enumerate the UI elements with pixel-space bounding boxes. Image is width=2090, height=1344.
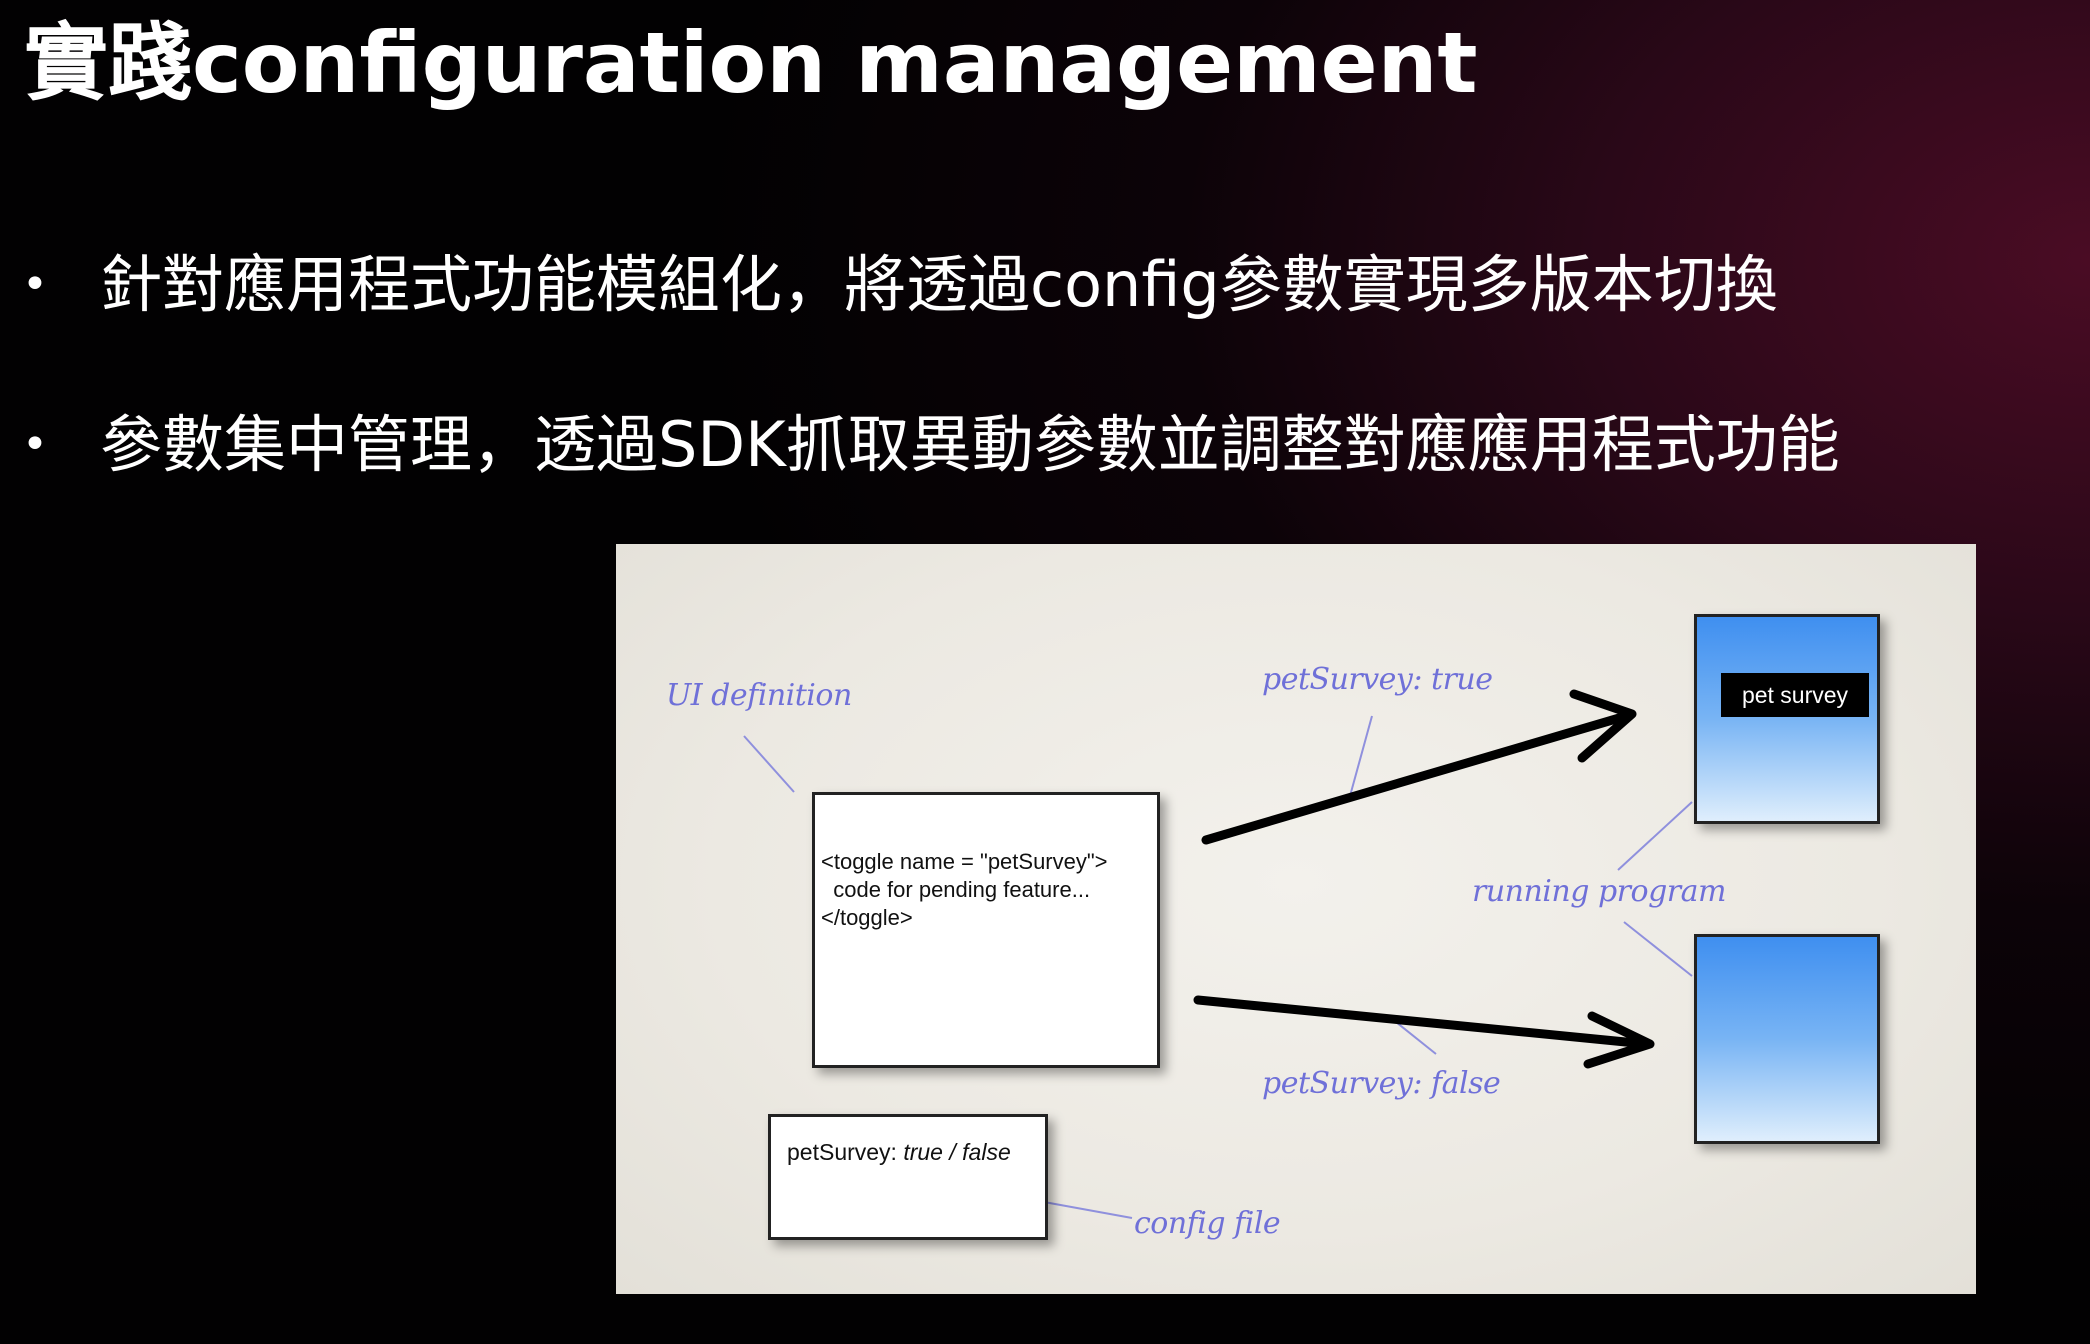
config-key: petSurvey:	[787, 1139, 904, 1165]
config-file-label: config file	[1134, 1206, 1281, 1241]
running-program-leader-top	[1617, 801, 1693, 871]
code-line: <toggle name = "petSurvey">	[821, 849, 1108, 874]
slide-title: 實踐configuration management	[24, 14, 1478, 112]
bullet-text: 參數集中管理，透過SDK抓取異動參數並調整對應應用程式功能	[100, 408, 1840, 481]
bullet-dot: •	[22, 259, 48, 310]
pet-survey-false-label: petSurvey: false	[1262, 1066, 1501, 1101]
true-arrow	[1201, 689, 1637, 845]
running-program-leader-bottom	[1623, 921, 1693, 977]
ui-definition-label: UI definition	[666, 678, 852, 713]
ui-definition-leader	[743, 735, 795, 793]
code-line: </toggle>	[821, 905, 913, 930]
config-file-box: petSurvey: true / false	[768, 1114, 1048, 1240]
running-program-screen-without-survey	[1694, 934, 1880, 1144]
config-line: petSurvey: true / false	[787, 1139, 1011, 1166]
pet-survey-true-label: petSurvey: true	[1262, 662, 1493, 697]
config-value: true / false	[903, 1139, 1011, 1165]
running-program-screen-with-survey: pet survey	[1694, 614, 1880, 824]
pet-survey-button[interactable]: pet survey	[1721, 673, 1869, 717]
config-file-leader	[1043, 1201, 1133, 1219]
feature-toggle-diagram: UI definition petSurvey: true running pr…	[616, 544, 1976, 1294]
bullet-text: 針對應用程式功能模組化，將透過config參數實現多版本切換	[100, 248, 1778, 321]
ui-definition-box: <toggle name = "petSurvey"> code for pen…	[812, 792, 1160, 1068]
bullet-dot: •	[22, 419, 48, 470]
true-label-leader	[1349, 715, 1373, 797]
false-arrow	[1193, 995, 1655, 1069]
running-program-label: running program	[1472, 874, 1726, 909]
code-line: code for pending feature...	[821, 877, 1091, 902]
